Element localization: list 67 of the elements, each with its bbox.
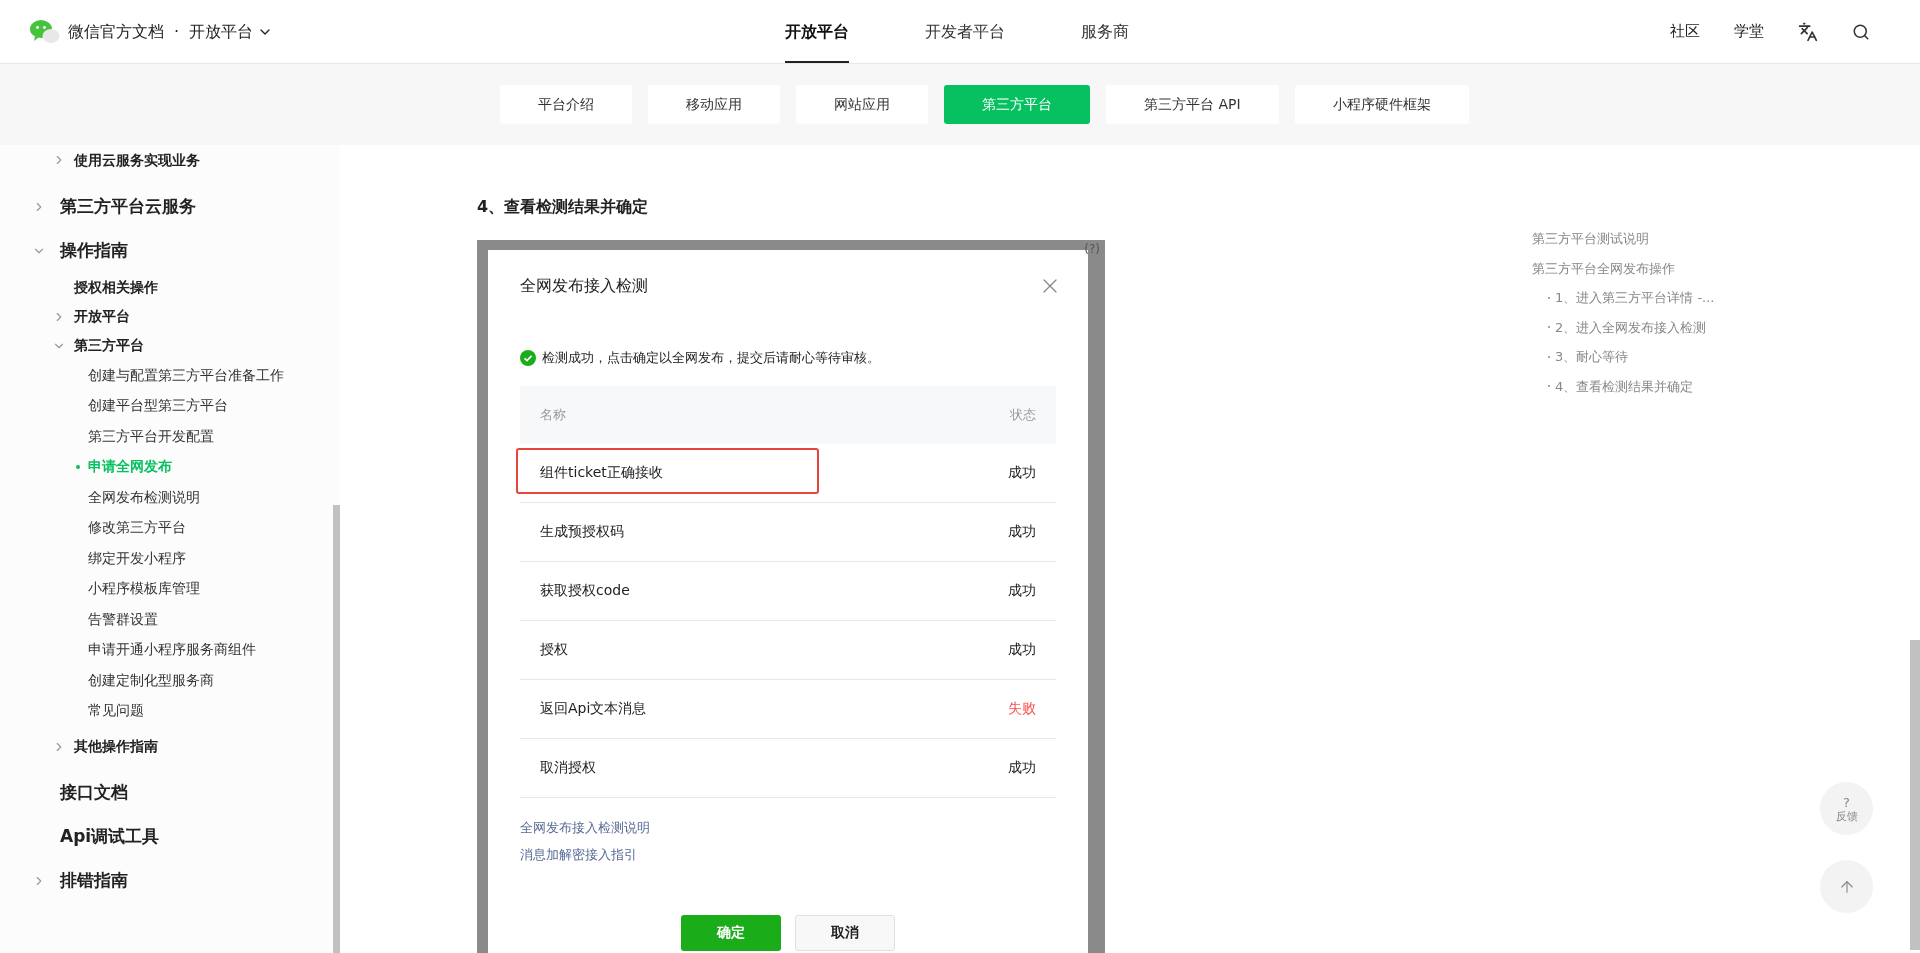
subnav-tab[interactable]: 网站应用: [796, 85, 928, 124]
toc-link[interactable]: 第三方平台测试说明: [1532, 229, 1775, 249]
sidebar-item[interactable]: 绑定开发小程序: [88, 547, 186, 569]
sidebar-item[interactable]: 排错指南: [60, 868, 128, 894]
status-cell-text: 失败: [1008, 699, 1036, 718]
status-cell-text: 成功: [1008, 522, 1036, 541]
sidebar-item[interactable]: 第三方平台云服务: [60, 194, 196, 220]
toc-link[interactable]: 3、耐心等待: [1555, 347, 1629, 367]
help-link[interactable]: 全网发布接入检测说明: [520, 817, 1056, 837]
table-cell-text: 生成预授权码: [540, 522, 624, 541]
sidebar-item[interactable]: 告警群设置: [88, 608, 158, 630]
sidebar-item[interactable]: 授权相关操作: [74, 277, 158, 298]
sidebar-item[interactable]: 常见问题: [88, 700, 144, 722]
header-link[interactable]: 社区: [1670, 20, 1700, 43]
sidebar-item[interactable]: 第三方平台开发配置: [88, 425, 214, 447]
table-cell-text: 组件ticket正确接收: [540, 463, 663, 482]
header-link[interactable]: 学堂: [1734, 20, 1764, 43]
sidebar-item[interactable]: 全网发布检测说明: [88, 486, 200, 508]
sidebar-item[interactable]: 小程序模板库管理: [88, 578, 200, 600]
success-message: 检测成功，点击确定以全网发布，提交后请耐心等待审核。: [542, 349, 880, 367]
dialog-title: 全网发布接入检测: [520, 275, 648, 297]
sidebar-item[interactable]: 使用云服务实现业务: [74, 149, 200, 171]
sidebar-item[interactable]: 开放平台: [74, 306, 130, 327]
sidebar-item[interactable]: 创建与配置第三方平台准备工作: [88, 364, 284, 386]
section-dropdown[interactable]: 开放平台: [189, 19, 274, 44]
search-icon[interactable]: [1852, 22, 1870, 41]
table-cell-text: 返回Api文本消息: [540, 699, 647, 718]
subnav-tab[interactable]: 第三方平台 API: [1106, 85, 1279, 124]
cancel-button[interactable]: 取消: [795, 914, 895, 951]
column-header: 名称: [540, 405, 566, 424]
help-mark: (?): [1084, 241, 1100, 258]
brand-title[interactable]: 微信官方文档: [68, 19, 164, 44]
status-cell-text: 成功: [1008, 640, 1036, 659]
nav-tab[interactable]: 服务商: [1081, 0, 1129, 63]
table-cell-text: 获取授权code: [540, 581, 630, 600]
help-link[interactable]: 消息加解密接入指引: [520, 845, 1056, 865]
sidebar-item[interactable]: 创建平台型第三方平台: [88, 395, 228, 417]
section-heading: 4、查看检测结果并确定: [477, 196, 650, 218]
toc-link[interactable]: 第三方平台全网发布操作: [1532, 258, 1775, 278]
toc-link[interactable]: 1、进入第三方平台详情 -...: [1555, 288, 1715, 308]
success-check-icon: [520, 349, 536, 366]
toc-link[interactable]: 4、查看检测结果并确定: [1555, 376, 1694, 396]
table-cell-text: 授权: [540, 640, 568, 659]
status-cell-text: 成功: [1008, 581, 1036, 600]
sidebar-item[interactable]: 第三方平台: [74, 335, 144, 356]
sidebar-item[interactable]: 操作指南: [60, 238, 128, 264]
sidebar-item[interactable]: 接口文档: [60, 780, 128, 806]
subnav-tab[interactable]: 平台介绍: [500, 85, 632, 124]
bullet-icon: [76, 464, 80, 469]
sidebar-item[interactable]: 申请开通小程序服务商组件: [88, 639, 256, 661]
subnav-tab[interactable]: 小程序硬件框架: [1294, 85, 1469, 124]
logo-icon: [30, 18, 60, 45]
separator-dot: ·: [174, 20, 180, 43]
sidebar-item[interactable]: Api调试工具: [60, 824, 160, 850]
sidebar-item[interactable]: 其他操作指南: [74, 736, 158, 757]
status-cell-text: 成功: [1008, 463, 1036, 482]
status-cell-text: 成功: [1008, 758, 1036, 777]
sidebar-item[interactable]: 创建定制化型服务商: [88, 669, 214, 691]
translate-icon[interactable]: [1798, 21, 1818, 42]
column-header: 状态: [1010, 405, 1036, 424]
sidebar-item[interactable]: 修改第三方平台: [88, 517, 186, 539]
nav-tab[interactable]: 开发者平台: [925, 0, 1005, 63]
table-cell-text: 取消授权: [540, 758, 596, 777]
page-scrollbar-thumb[interactable]: [1910, 640, 1920, 950]
toc-link[interactable]: 2、进入全网发布接入检测: [1555, 317, 1707, 337]
subnav-tab[interactable]: 移动应用: [648, 85, 780, 124]
scrollbar-thumb[interactable]: [333, 505, 340, 953]
